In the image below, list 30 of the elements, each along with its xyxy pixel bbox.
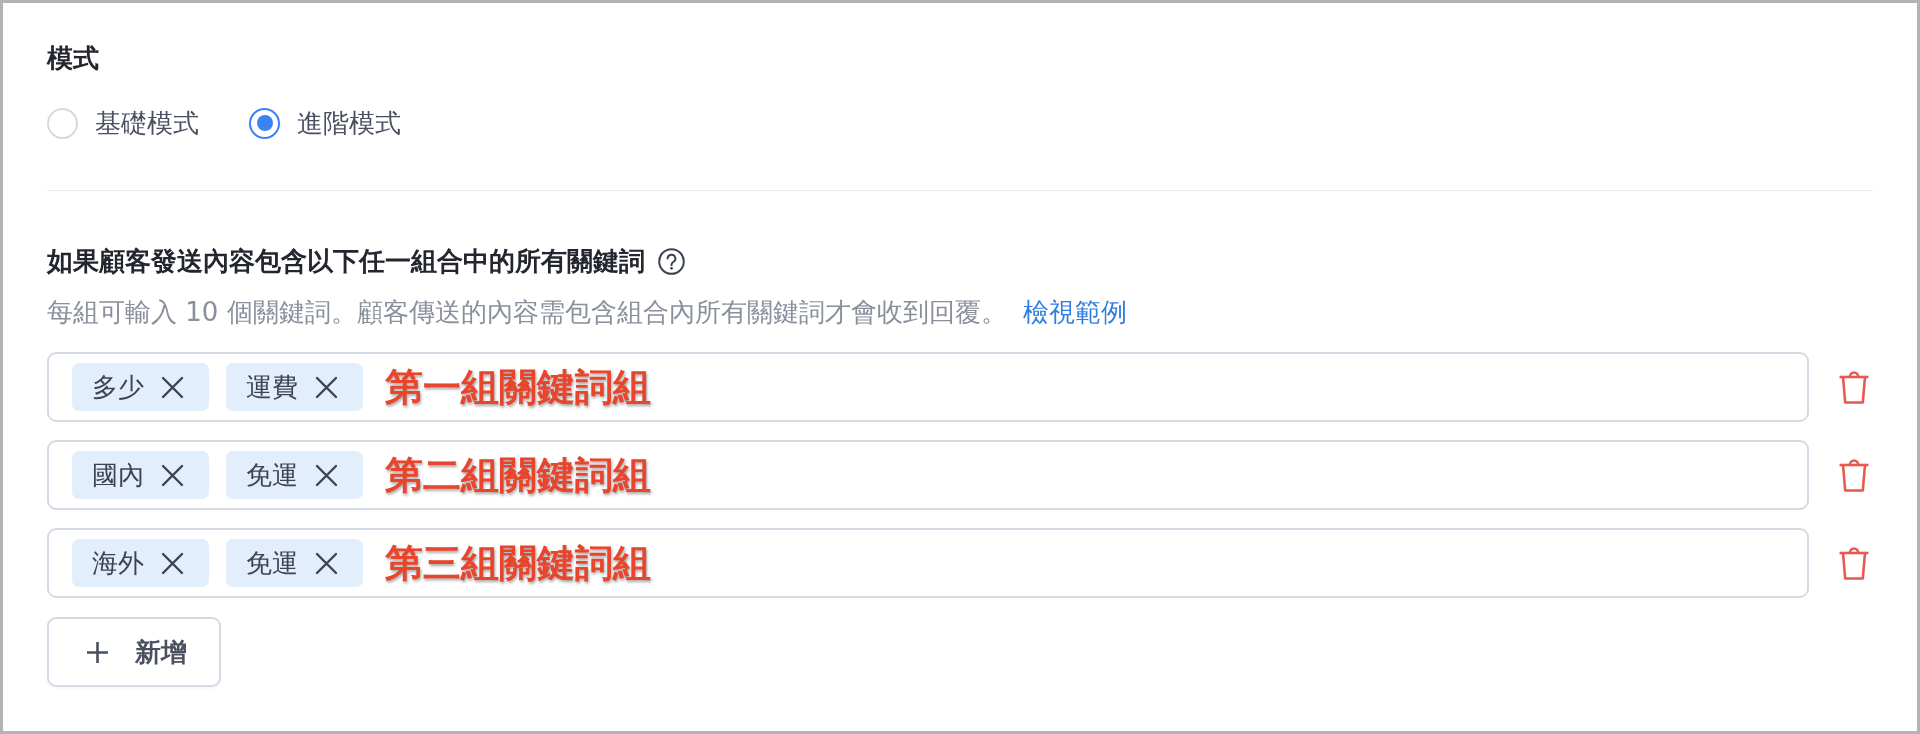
section-title: 如果顧客發送內容包含以下任一組合中的所有關鍵詞 xyxy=(47,245,645,278)
tag-label: 多少 xyxy=(92,370,144,404)
close-icon[interactable] xyxy=(161,375,184,399)
trash-icon[interactable] xyxy=(1838,546,1870,580)
tag-label: 免運 xyxy=(246,546,298,580)
help-text: 每組可輸入 10 個關鍵詞。顧客傳送的內容需包含組合內所有關鍵詞才會收到回覆。 xyxy=(47,296,1007,329)
close-icon[interactable] xyxy=(161,463,184,487)
trash-icon[interactable] xyxy=(1838,370,1870,404)
help-icon[interactable] xyxy=(658,247,685,275)
section-title: 模式 xyxy=(47,42,99,75)
tag-label: 國內 xyxy=(92,458,144,492)
keyword-group-field[interactable]: 多少 運費 第一組關鍵詞組 xyxy=(47,352,1809,422)
trash-icon[interactable] xyxy=(1838,458,1870,492)
annotation-label: 第三組關鍵詞組 xyxy=(385,540,651,587)
close-icon[interactable] xyxy=(315,375,338,399)
tag-label: 運費 xyxy=(246,370,298,404)
tag-label: 海外 xyxy=(92,546,144,580)
tag-label: 免運 xyxy=(246,458,298,492)
close-icon[interactable] xyxy=(315,551,338,575)
keyword-group-field[interactable]: 國內 免運 第二組關鍵詞組 xyxy=(47,440,1809,510)
close-icon[interactable] xyxy=(161,551,184,575)
annotation-label: 第二組關鍵詞組 xyxy=(385,452,651,499)
view-example-link[interactable]: 檢視範例 xyxy=(1022,294,1127,330)
plus-icon xyxy=(86,640,109,664)
radio-option[interactable]: 進階模式 xyxy=(249,105,401,141)
radio-option[interactable]: 基礎模式 xyxy=(47,105,199,141)
close-icon[interactable] xyxy=(315,463,338,487)
annotation-label: 第一組關鍵詞組 xyxy=(385,364,651,411)
keyword-group-field[interactable]: 海外 免運 第三組關鍵詞組 xyxy=(47,528,1809,598)
add-button[interactable]: 新增 xyxy=(47,617,221,687)
